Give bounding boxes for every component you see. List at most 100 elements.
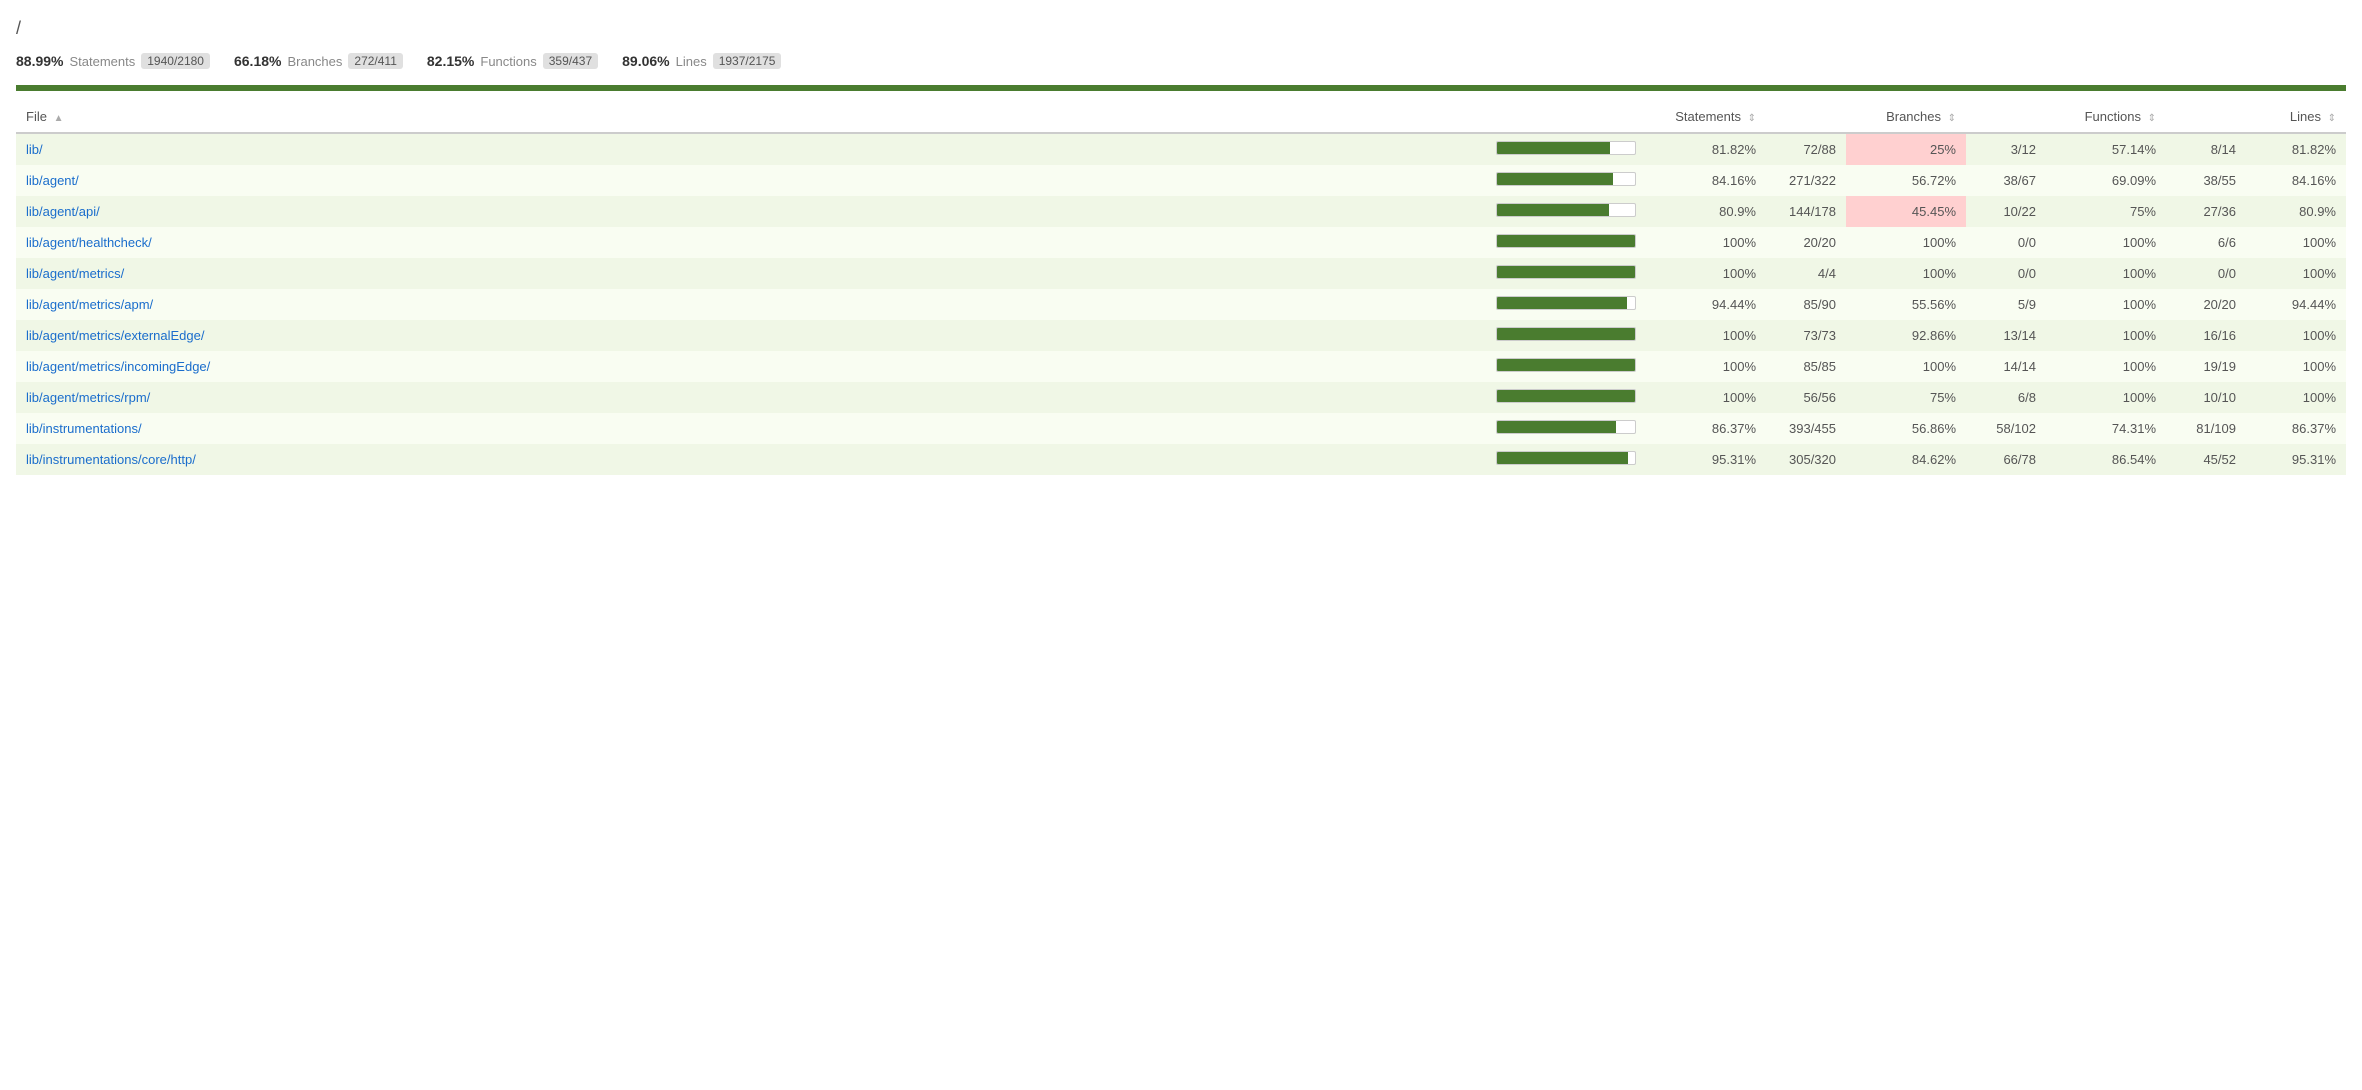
file-link[interactable]: lib/instrumentations/ — [26, 421, 142, 436]
br-pct: 84.62% — [1846, 444, 1966, 475]
stmt-num: 85/90 — [1766, 289, 1846, 320]
bar-cell — [1486, 133, 1646, 165]
fn-pct: 74.31% — [2046, 413, 2166, 444]
branches-pct: 66.18% — [234, 53, 281, 69]
stmt-num: 56/56 — [1766, 382, 1846, 413]
col-header-stmt-num — [1766, 101, 1846, 133]
br-pct: 100% — [1846, 227, 1966, 258]
breadcrumb: / — [16, 10, 2346, 45]
branches-badge: 272/411 — [348, 53, 403, 69]
fn-num: 38/55 — [2166, 165, 2246, 196]
table-row: lib/instrumentations/core/http/95.31%305… — [16, 444, 2346, 475]
stmt-num: 20/20 — [1766, 227, 1846, 258]
table-row: lib/agent/metrics/rpm/100%56/5675%6/8100… — [16, 382, 2346, 413]
col-header-branches[interactable]: Branches ⇕ — [1846, 101, 1966, 133]
lines-pct: 89.06% — [622, 53, 669, 69]
statements-pct: 88.99% — [16, 53, 63, 69]
bar-cell — [1486, 165, 1646, 196]
col-header-bar — [1486, 101, 1646, 133]
bar-cell — [1486, 258, 1646, 289]
file-link[interactable]: lib/agent/api/ — [26, 204, 100, 219]
br-pct: 55.56% — [1846, 289, 1966, 320]
br-pct: 45.45% — [1846, 196, 1966, 227]
functions-label: Functions — [480, 54, 536, 69]
bar-cell — [1486, 382, 1646, 413]
file-link[interactable]: lib/agent/ — [26, 173, 79, 188]
lines-badge: 1937/2175 — [713, 53, 782, 69]
col-header-file[interactable]: File ▲ — [16, 101, 1486, 133]
col-header-functions[interactable]: Functions ⇕ — [2046, 101, 2166, 133]
br-num: 38/67 — [1966, 165, 2046, 196]
stmt-num: 4/4 — [1766, 258, 1846, 289]
stmt-pct: 80.9% — [1646, 196, 1766, 227]
fn-num: 10/10 — [2166, 382, 2246, 413]
br-num: 13/14 — [1966, 320, 2046, 351]
bar-cell — [1486, 320, 1646, 351]
ln-pct: 86.37% — [2246, 413, 2346, 444]
table-row: lib/agent/api/80.9%144/17845.45%10/2275%… — [16, 196, 2346, 227]
sort-icon-file: ▲ — [54, 113, 64, 124]
fn-num: 81/109 — [2166, 413, 2246, 444]
col-header-lines[interactable]: Lines ⇕ — [2246, 101, 2346, 133]
br-num: 66/78 — [1966, 444, 2046, 475]
fn-num: 20/20 — [2166, 289, 2246, 320]
file-link[interactable]: lib/agent/metrics/externalEdge/ — [26, 328, 204, 343]
table-row: lib/agent/metrics/100%4/4100%0/0100%0/01… — [16, 258, 2346, 289]
stmt-pct: 94.44% — [1646, 289, 1766, 320]
br-num: 6/8 — [1966, 382, 2046, 413]
col-header-statements[interactable]: Statements ⇕ — [1646, 101, 1766, 133]
br-num: 0/0 — [1966, 258, 2046, 289]
stmt-pct: 84.16% — [1646, 165, 1766, 196]
fn-num: 27/36 — [2166, 196, 2246, 227]
coverage-table: File ▲ Statements ⇕ Branches ⇕ Functions… — [16, 101, 2346, 475]
ln-pct: 80.9% — [2246, 196, 2346, 227]
file-link[interactable]: lib/agent/metrics/rpm/ — [26, 390, 150, 405]
ln-pct: 95.31% — [2246, 444, 2346, 475]
fn-num: 8/14 — [2166, 133, 2246, 165]
br-num: 3/12 — [1966, 133, 2046, 165]
stmt-pct: 81.82% — [1646, 133, 1766, 165]
file-link[interactable]: lib/agent/metrics/apm/ — [26, 297, 153, 312]
br-pct: 92.86% — [1846, 320, 1966, 351]
table-row: lib/agent/metrics/apm/94.44%85/9055.56%5… — [16, 289, 2346, 320]
stmt-pct: 86.37% — [1646, 413, 1766, 444]
fn-pct: 100% — [2046, 351, 2166, 382]
stmt-pct: 100% — [1646, 351, 1766, 382]
ln-pct: 100% — [2246, 258, 2346, 289]
ln-pct: 100% — [2246, 227, 2346, 258]
fn-num: 45/52 — [2166, 444, 2246, 475]
table-header-row: File ▲ Statements ⇕ Branches ⇕ Functions… — [16, 101, 2346, 133]
fn-pct: 75% — [2046, 196, 2166, 227]
ln-pct: 94.44% — [2246, 289, 2346, 320]
br-pct: 25% — [1846, 133, 1966, 165]
file-link[interactable]: lib/agent/metrics/ — [26, 266, 124, 281]
fn-pct: 69.09% — [2046, 165, 2166, 196]
summary-bar: 88.99% Statements 1940/2180 66.18% Branc… — [16, 45, 2346, 79]
ln-pct: 84.16% — [2246, 165, 2346, 196]
table-row: lib/81.82%72/8825%3/1257.14%8/1481.82% — [16, 133, 2346, 165]
fn-pct: 57.14% — [2046, 133, 2166, 165]
table-row: lib/agent/metrics/externalEdge/100%73/73… — [16, 320, 2346, 351]
file-link[interactable]: lib/agent/metrics/incomingEdge/ — [26, 359, 210, 374]
bar-cell — [1486, 413, 1646, 444]
statements-label: Statements — [69, 54, 135, 69]
bar-cell — [1486, 196, 1646, 227]
statements-badge: 1940/2180 — [141, 53, 210, 69]
file-link[interactable]: lib/instrumentations/core/http/ — [26, 452, 196, 467]
summary-functions: 82.15% Functions 359/437 — [427, 53, 598, 69]
stmt-num: 393/455 — [1766, 413, 1846, 444]
fn-pct: 100% — [2046, 382, 2166, 413]
stmt-num: 72/88 — [1766, 133, 1846, 165]
branches-label: Branches — [287, 54, 342, 69]
col-header-br-num — [1966, 101, 2046, 133]
br-num: 5/9 — [1966, 289, 2046, 320]
fn-pct: 86.54% — [2046, 444, 2166, 475]
bar-cell — [1486, 444, 1646, 475]
functions-badge: 359/437 — [543, 53, 598, 69]
br-num: 14/14 — [1966, 351, 2046, 382]
ln-pct: 100% — [2246, 320, 2346, 351]
bar-cell — [1486, 351, 1646, 382]
file-link[interactable]: lib/agent/healthcheck/ — [26, 235, 152, 250]
fn-pct: 100% — [2046, 258, 2166, 289]
file-link[interactable]: lib/ — [26, 142, 43, 157]
